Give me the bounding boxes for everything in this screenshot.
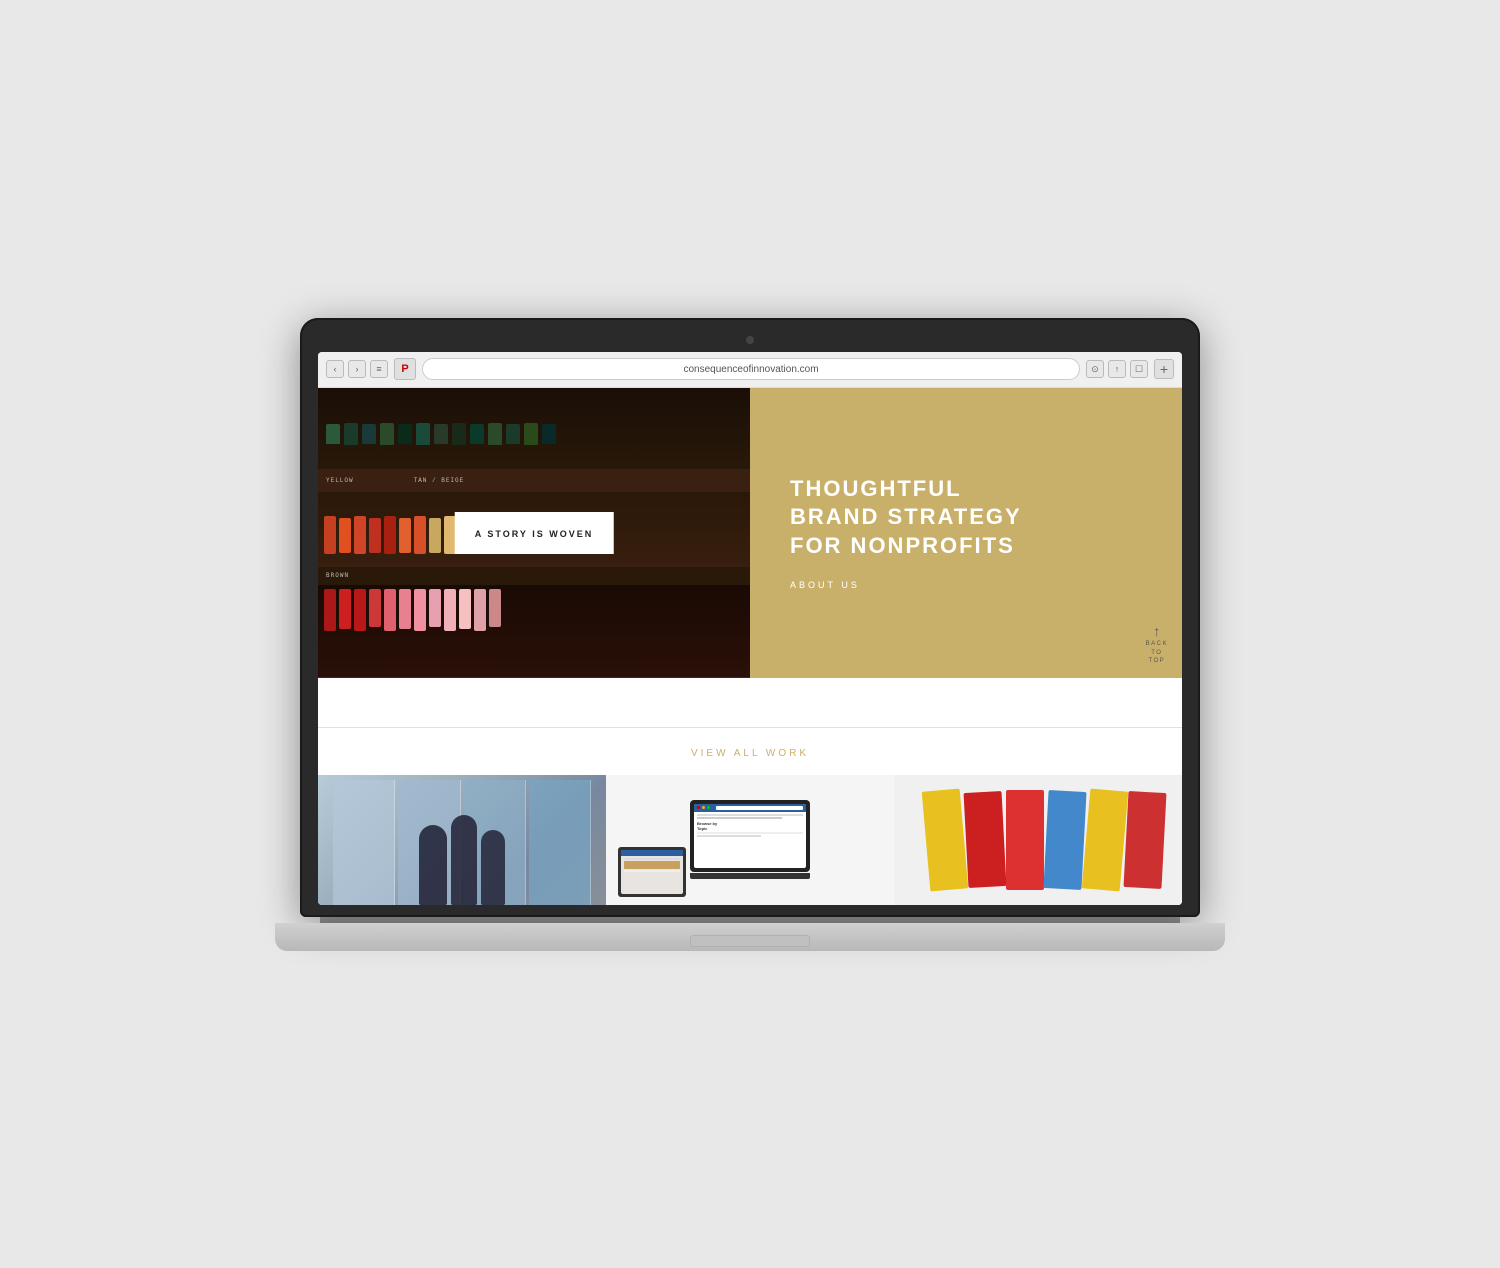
portfolio-grid: Browse byTopic xyxy=(318,775,1182,905)
label-yellow: YELLOW xyxy=(326,477,354,484)
pinterest-button[interactable]: P xyxy=(394,358,416,380)
portfolio-item-2[interactable]: Browse byTopic xyxy=(606,775,894,905)
publications-bg xyxy=(894,775,1182,905)
new-tab-button[interactable]: + xyxy=(1154,359,1174,379)
brand-strategy-panel: THOUGHTFUL BRAND STRATEGY FOR NONPROFITS… xyxy=(750,388,1182,678)
address-bar[interactable]: consequenceofinnovation.com xyxy=(422,358,1080,380)
back-to-top-button[interactable]: ↑ BACKTOTOP xyxy=(1146,624,1168,665)
brand-heading: THOUGHTFUL BRAND STRATEGY FOR NONPROFITS xyxy=(790,475,1142,561)
portfolio-item-1[interactable] xyxy=(318,775,606,905)
portfolio-section: VIEW ALL WORK xyxy=(318,728,1182,905)
laptop-base xyxy=(275,923,1225,951)
url-text: consequenceofinnovation.com xyxy=(683,364,818,375)
story-box-text: A STORY IS WOVEN xyxy=(475,529,594,539)
back-to-top-arrow-icon: ↑ xyxy=(1153,624,1160,638)
browser-nav: ‹ › ≡ xyxy=(326,360,388,378)
mockup-tablet xyxy=(618,847,686,897)
share-icon[interactable]: ↑ xyxy=(1108,360,1126,378)
reader-button[interactable]: ≡ xyxy=(370,360,388,378)
label-brown: BROWN xyxy=(326,572,349,579)
divider-section xyxy=(318,678,1182,728)
browser-actions: ⊙ ↑ ☐ xyxy=(1086,360,1148,378)
trackpad[interactable] xyxy=(690,935,810,947)
story-box: A STORY IS WOVEN xyxy=(455,512,614,554)
laptop-computer: ‹ › ≡ P consequenceofinnovation.com ⊙ ↑ … xyxy=(300,318,1200,951)
forward-button[interactable]: › xyxy=(348,360,366,378)
students-silhouette xyxy=(419,815,505,905)
back-to-top-text: BACKTOTOP xyxy=(1146,640,1168,665)
laptop-screen: ‹ › ≡ P consequenceofinnovation.com ⊙ ↑ … xyxy=(318,352,1182,905)
bookmark-icon[interactable]: ☐ xyxy=(1130,360,1148,378)
browser-chrome: ‹ › ≡ P consequenceofinnovation.com ⊙ ↑ … xyxy=(318,352,1182,388)
website-content: YELLOW TAN / BEIGE xyxy=(318,388,1182,905)
view-all-work-link[interactable]: VIEW ALL WORK xyxy=(318,748,1182,759)
brand-heading-line2: BRAND STRATEGY xyxy=(790,503,1142,532)
browse-by-topic: Browse byTopic xyxy=(697,821,803,831)
mockup-laptop: Browse byTopic xyxy=(690,800,810,880)
about-us-link[interactable]: ABOUT US xyxy=(790,580,1142,590)
mockup-container: Browse byTopic xyxy=(606,775,894,905)
screen-bezel: ‹ › ≡ P consequenceofinnovation.com ⊙ ↑ … xyxy=(300,318,1200,917)
brand-heading-line1: THOUGHTFUL xyxy=(790,475,1142,504)
back-button[interactable]: ‹ xyxy=(326,360,344,378)
thread-image: YELLOW TAN / BEIGE xyxy=(318,388,750,678)
label-tan: TAN / BEIGE xyxy=(414,477,465,484)
brand-heading-line3: FOR NONPROFITS xyxy=(790,532,1142,561)
hero-section: YELLOW TAN / BEIGE xyxy=(318,388,1182,678)
laptop-hinge xyxy=(320,917,1180,923)
camera xyxy=(746,336,754,344)
portfolio-item-3[interactable] xyxy=(894,775,1182,905)
person-icon[interactable]: ⊙ xyxy=(1086,360,1104,378)
